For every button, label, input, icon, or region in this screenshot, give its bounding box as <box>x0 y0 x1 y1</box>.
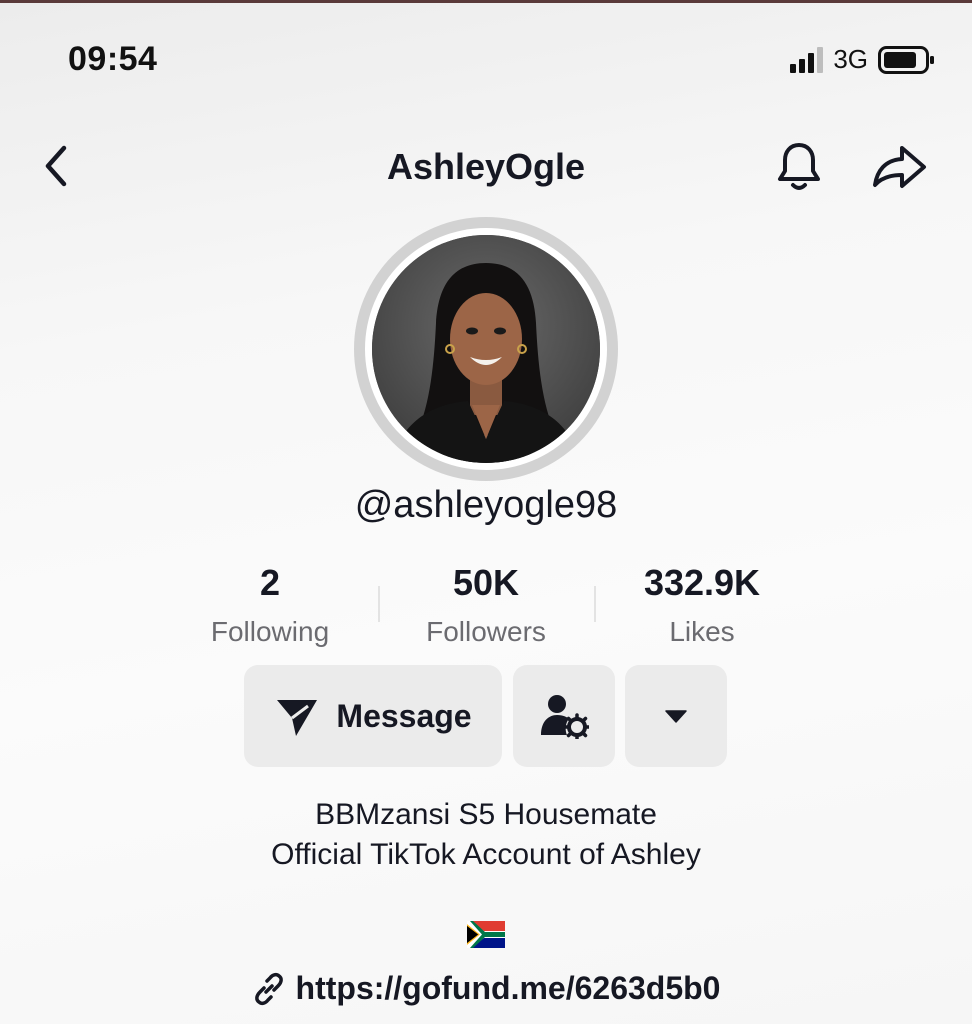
message-button[interactable]: Message <box>244 665 502 767</box>
message-label: Message <box>336 697 472 734</box>
south-africa-flag-icon <box>467 921 505 948</box>
bio-line-2: Official TikTok Account of Ashley <box>271 838 701 871</box>
friend-settings-button[interactable] <box>513 665 615 767</box>
stat-likes[interactable]: 332.9K Likes <box>592 562 812 648</box>
bio-line-1: BBMzansi S5 Housemate <box>315 798 657 831</box>
avatar-ring[interactable] <box>354 217 618 481</box>
status-indicators: 3G <box>790 44 934 75</box>
following-label: Following <box>210 616 330 647</box>
profile-link[interactable]: https://gofund.me/6263d5b0 <box>0 970 972 1007</box>
battery-icon <box>878 45 934 74</box>
status-time: 09:54 <box>68 40 158 78</box>
bell-icon <box>778 143 820 190</box>
profile-screen: 09:54 3G AshleyOgle @ashleyogle98 2 Foll… <box>0 0 972 1024</box>
username-handle: @ashleyogle98 <box>354 484 618 526</box>
stat-followers[interactable]: 50K Followers <box>376 562 596 648</box>
send-icon <box>277 700 318 736</box>
share-button[interactable] <box>868 138 932 196</box>
link-icon <box>254 972 283 1005</box>
link-url[interactable]: https://gofund.me/6263d5b0 <box>296 970 721 1007</box>
caret-down-icon <box>665 710 687 723</box>
user-settings-icon <box>541 695 589 739</box>
top-edge <box>0 0 972 3</box>
share-arrow-icon <box>873 146 926 188</box>
more-options-button[interactable] <box>625 665 727 767</box>
avatar <box>372 235 600 463</box>
notifications-button[interactable] <box>770 138 828 196</box>
likes-label: Likes <box>669 616 735 647</box>
signal-bars-icon <box>790 46 824 73</box>
likes-count: 332.9K <box>643 562 761 603</box>
followers-label: Followers <box>426 616 546 647</box>
following-count: 2 <box>259 562 281 603</box>
followers-count: 50K <box>452 562 520 603</box>
network-type: 3G <box>833 44 868 74</box>
stat-following[interactable]: 2 Following <box>160 562 380 648</box>
